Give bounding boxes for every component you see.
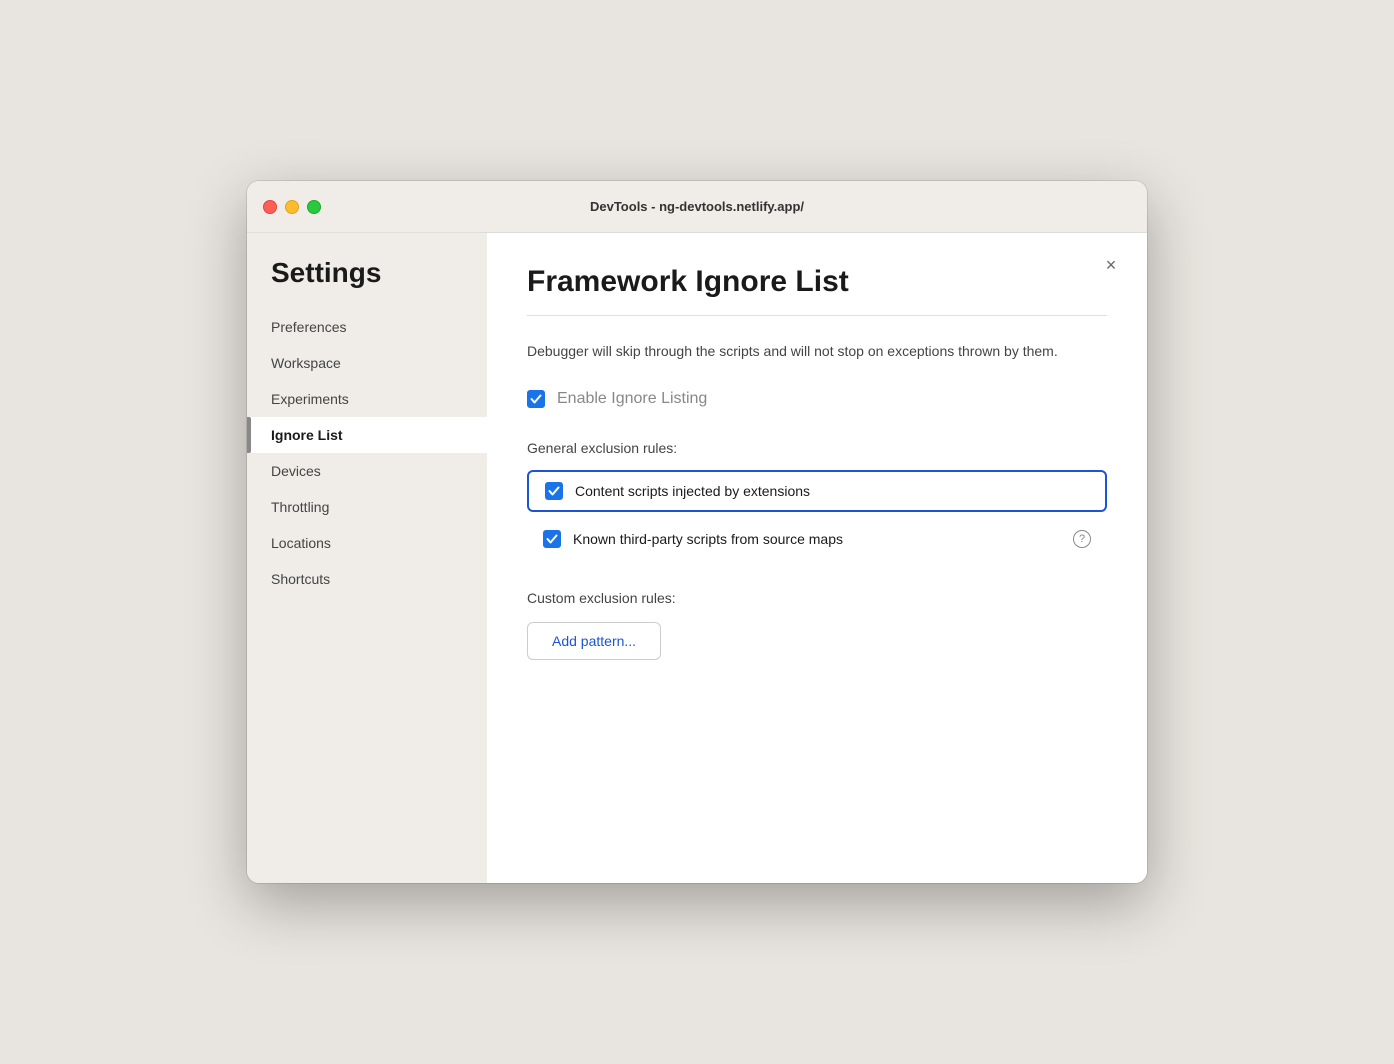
sidebar-item-locations[interactable]: Locations: [247, 525, 487, 561]
sidebar-heading: Settings: [247, 257, 487, 309]
sidebar-item-throttling[interactable]: Throttling: [247, 489, 487, 525]
divider: [527, 315, 1107, 316]
content-area: Settings Preferences Workspace Experimen…: [247, 233, 1147, 883]
sidebar: Settings Preferences Workspace Experimen…: [247, 233, 487, 883]
titlebar: DevTools - ng-devtools.netlify.app/: [247, 181, 1147, 233]
rule-content-scripts: Content scripts injected by extensions: [527, 470, 1107, 512]
custom-exclusion-section: Custom exclusion rules: Add pattern...: [527, 590, 1107, 660]
enable-ignore-listing-row: Enable Ignore Listing: [527, 390, 1107, 408]
sidebar-item-ignore-list[interactable]: Ignore List: [247, 417, 487, 453]
sidebar-item-shortcuts[interactable]: Shortcuts: [247, 561, 487, 597]
general-exclusion-label: General exclusion rules:: [527, 440, 1107, 456]
custom-exclusion-label: Custom exclusion rules:: [527, 590, 1107, 606]
devtools-window: DevTools - ng-devtools.netlify.app/ Sett…: [247, 181, 1147, 883]
add-pattern-button[interactable]: Add pattern...: [527, 622, 661, 660]
sidebar-item-devices[interactable]: Devices: [247, 453, 487, 489]
close-button[interactable]: ×: [1099, 253, 1123, 277]
page-title: Framework Ignore List: [527, 265, 1107, 299]
third-party-scripts-checkbox[interactable]: [543, 530, 561, 548]
main-panel: × Framework Ignore List Debugger will sk…: [487, 233, 1147, 883]
maximize-traffic-light[interactable]: [307, 200, 321, 214]
traffic-lights: [263, 200, 321, 214]
rule-third-party-scripts: Known third-party scripts from source ma…: [527, 520, 1107, 558]
minimize-traffic-light[interactable]: [285, 200, 299, 214]
sidebar-item-workspace[interactable]: Workspace: [247, 345, 487, 381]
sidebar-item-preferences[interactable]: Preferences: [247, 309, 487, 345]
enable-ignore-listing-checkbox[interactable]: [527, 390, 545, 408]
help-icon[interactable]: ?: [1073, 530, 1091, 548]
third-party-scripts-label: Known third-party scripts from source ma…: [573, 531, 1061, 547]
description: Debugger will skip through the scripts a…: [527, 340, 1107, 362]
enable-ignore-listing-label: Enable Ignore Listing: [557, 390, 707, 408]
titlebar-title: DevTools - ng-devtools.netlify.app/: [590, 199, 804, 214]
general-exclusion-rules: General exclusion rules: Content scripts…: [527, 440, 1107, 558]
content-scripts-checkbox[interactable]: [545, 482, 563, 500]
close-traffic-light[interactable]: [263, 200, 277, 214]
content-scripts-label: Content scripts injected by extensions: [575, 483, 1089, 499]
sidebar-item-experiments[interactable]: Experiments: [247, 381, 487, 417]
